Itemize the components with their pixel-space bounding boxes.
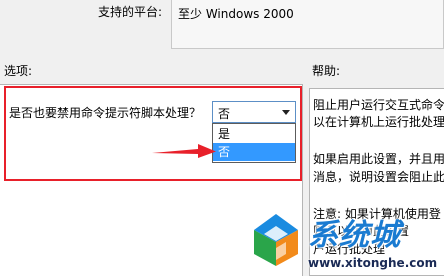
dropdown-option-yes[interactable]: 是 (213, 125, 295, 143)
group-policy-dialog: 支持的平台: 至少 Windows 2000 选项: 帮助: 是否也要禁用命令提… (0, 0, 444, 276)
help-line: 消息，说明设置会阻止此 (313, 170, 444, 184)
dropdown-list: 是 否 (212, 123, 296, 163)
watermark-url: www.xitonghe.com (308, 256, 438, 270)
help-line: 以在计算机上运行批处理 (313, 115, 444, 129)
options-label: 选项: (4, 64, 33, 78)
disable-script-processing-question: 是否也要禁用命令提示符脚本处理？ (9, 106, 202, 120)
help-line: 如果启用此设置，并且用 (313, 152, 444, 166)
supported-on-label: 支持的平台: (98, 5, 163, 19)
site-watermark: 系统城 www.xitonghe.com (246, 206, 444, 276)
watermark-title: 系统城 (308, 218, 401, 253)
supported-on-field: 至少 Windows 2000 (171, 0, 444, 49)
help-label: 帮助: (312, 64, 341, 78)
dropdown-option-no[interactable]: 否 (213, 143, 295, 161)
help-line: 阻止用户运行交互式命令 (313, 98, 444, 112)
supported-on-value: 至少 Windows 2000 (178, 7, 294, 21)
chevron-down-icon[interactable] (282, 110, 290, 115)
disable-script-processing-select[interactable]: 否 (212, 101, 296, 123)
select-current-value: 否 (218, 107, 231, 121)
red-arrow-icon (152, 144, 216, 158)
watermark-logo-icon (254, 214, 298, 266)
